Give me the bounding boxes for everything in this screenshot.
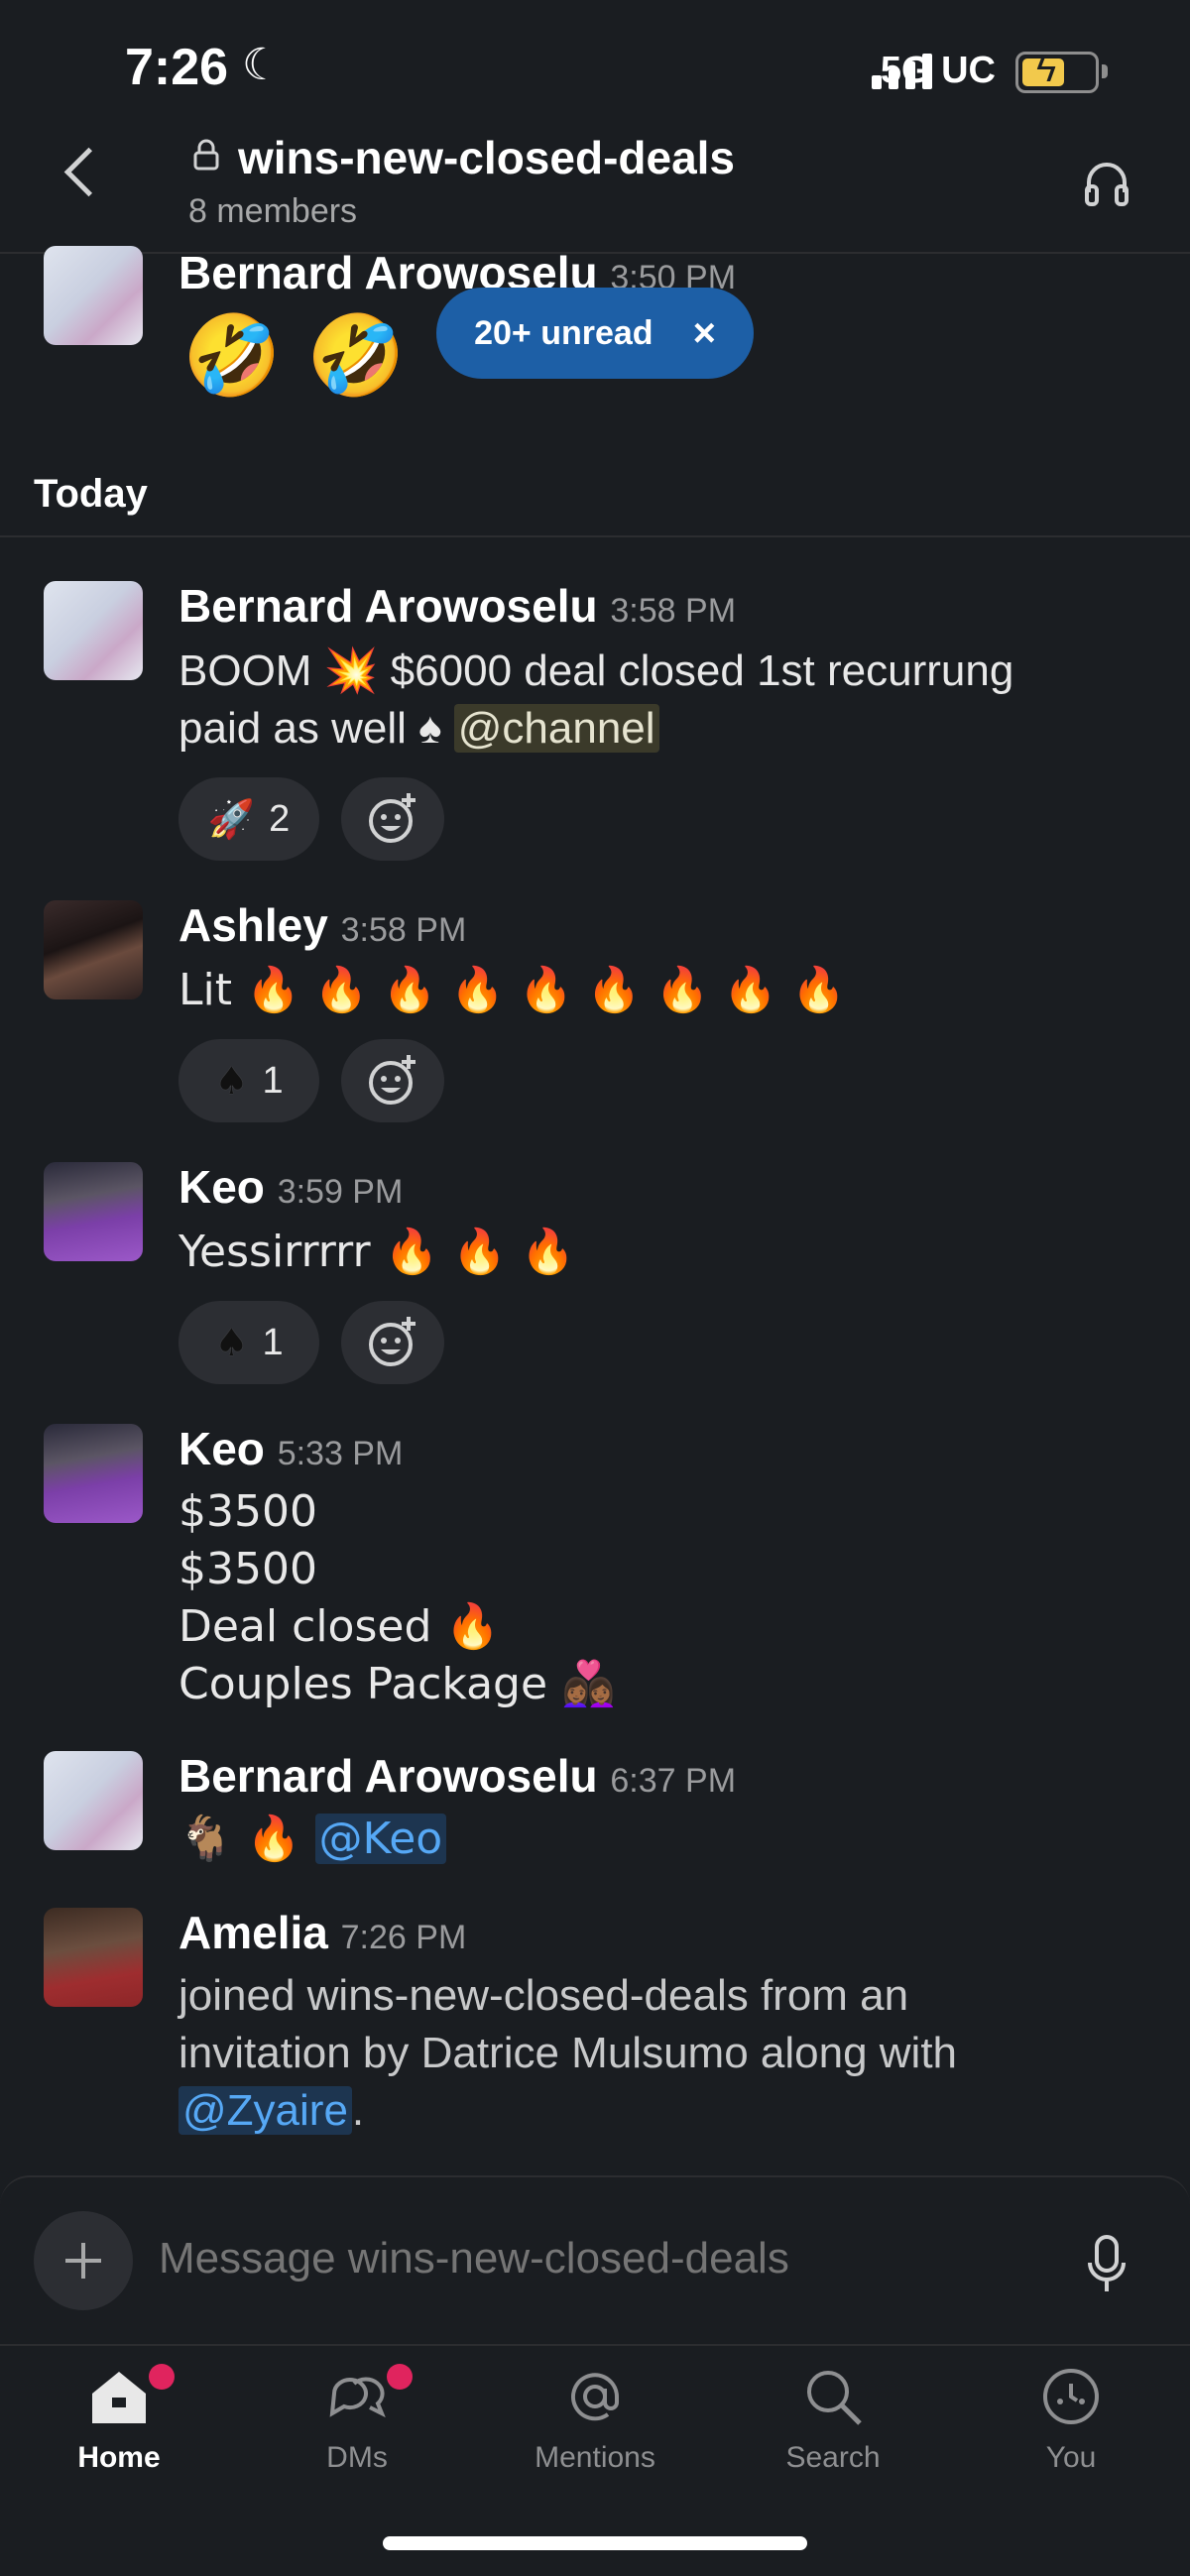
reaction-pill[interactable]: ♠ 1 — [178, 1039, 319, 1122]
avatar[interactable] — [44, 1162, 143, 1261]
back-icon[interactable] — [63, 147, 114, 197]
message-author[interactable]: Amelia 7:26 PM — [178, 1906, 466, 1959]
add-reaction-button[interactable] — [341, 777, 444, 861]
plus-icon — [65, 2243, 101, 2279]
status-time: 7:26 — [125, 39, 229, 96]
reaction-count: 1 — [262, 1059, 284, 1102]
user-mention[interactable]: @Zyaire — [178, 2086, 352, 2135]
add-reaction-button[interactable] — [341, 1301, 444, 1384]
message-time: 6:37 PM — [610, 1762, 737, 1800]
avatar[interactable] — [44, 1908, 143, 2007]
avatar[interactable] — [44, 246, 143, 345]
tab-search[interactable]: Search — [734, 2364, 932, 2475]
search-icon — [807, 2371, 862, 2425]
add-reaction-icon — [369, 1055, 416, 1105]
home-icon — [92, 2372, 146, 2423]
message-text: 🐐 🔥 @Keo — [178, 1811, 447, 1868]
message-text: Lit 🔥 🔥 🔥 🔥 🔥 🔥 🔥 🔥 🔥 — [178, 965, 846, 1015]
unread-pill[interactable]: 20+ unread × — [436, 288, 754, 379]
message-time: 3:58 PM — [340, 911, 467, 949]
message-author[interactable]: Bernard Arowoselu 6:37 PM — [178, 1749, 736, 1803]
tab-dms[interactable]: DMs — [258, 2364, 456, 2475]
network-label: 5G UC — [880, 50, 996, 91]
message-text: BOOM 💥 $6000 deal closed 1st recurrung p… — [178, 646, 1014, 753]
moon-icon: ☾ — [242, 41, 282, 89]
profile-status-icon — [1043, 2369, 1099, 2424]
message-time: 3:58 PM — [610, 592, 737, 630]
message-text: 🤣 🤣 — [182, 309, 406, 402]
day-divider: Today — [34, 472, 148, 516]
channel-title[interactable]: wins-new-closed-deals — [238, 131, 735, 184]
message-time: 3:59 PM — [277, 1173, 404, 1211]
message-text: Yessirrrrr 🔥 🔥 🔥 — [178, 1227, 575, 1277]
reaction-pill[interactable]: ♠ 1 — [178, 1301, 319, 1384]
avatar[interactable] — [44, 1751, 143, 1850]
reaction-count: 2 — [269, 797, 291, 840]
avatar[interactable] — [44, 900, 143, 999]
add-reaction-icon — [369, 1317, 416, 1366]
member-count[interactable]: 8 members — [188, 192, 357, 231]
lock-icon — [193, 139, 219, 171]
rocket-icon: 🚀 — [207, 796, 256, 841]
message-time: 5:33 PM — [277, 1435, 404, 1472]
message-author[interactable]: Keo 5:33 PM — [178, 1422, 403, 1475]
home-badge — [149, 2364, 175, 2390]
message-author[interactable]: Bernard Arowoselu 3:58 PM — [178, 579, 736, 633]
home-indicator — [383, 2536, 807, 2550]
unread-label: 20+ unread — [474, 313, 654, 352]
system-message-text: joined wins-new-closed-deals from an inv… — [178, 1971, 958, 2135]
add-reaction-icon — [369, 793, 416, 843]
spade-icon: ♠ — [214, 1321, 249, 1364]
battery-icon: ϟ — [1015, 49, 1108, 93]
message-time: 7:26 PM — [340, 1919, 467, 1956]
user-mention[interactable]: @Keo — [314, 1814, 447, 1864]
attach-button[interactable] — [34, 2211, 133, 2310]
message-input[interactable] — [157, 2233, 1033, 2284]
add-reaction-button[interactable] — [341, 1039, 444, 1122]
microphone-icon[interactable] — [1087, 2235, 1127, 2294]
reaction-pill[interactable]: 🚀 2 — [178, 777, 319, 861]
at-sign-icon — [571, 2373, 619, 2421]
message-author[interactable]: Keo 3:59 PM — [178, 1160, 403, 1214]
spade-icon: ♠ — [214, 1059, 249, 1103]
dms-badge — [387, 2364, 413, 2390]
message-author[interactable]: Ashley 3:58 PM — [178, 898, 466, 952]
close-icon[interactable]: × — [693, 311, 716, 356]
dms-icon — [329, 2377, 386, 2418]
day-divider-line — [0, 535, 1190, 537]
tab-home[interactable]: Home — [20, 2364, 218, 2475]
avatar[interactable] — [44, 581, 143, 680]
avatar[interactable] — [44, 1424, 143, 1523]
channel-mention[interactable]: @channel — [453, 704, 659, 753]
message-text: $3500 $3500 Deal closed 🔥 Couples Packag… — [178, 1486, 616, 1709]
tab-mentions[interactable]: Mentions — [496, 2364, 694, 2475]
headphones-icon[interactable] — [1083, 159, 1130, 208]
reaction-count: 1 — [262, 1321, 284, 1363]
tab-you[interactable]: You — [972, 2364, 1170, 2475]
